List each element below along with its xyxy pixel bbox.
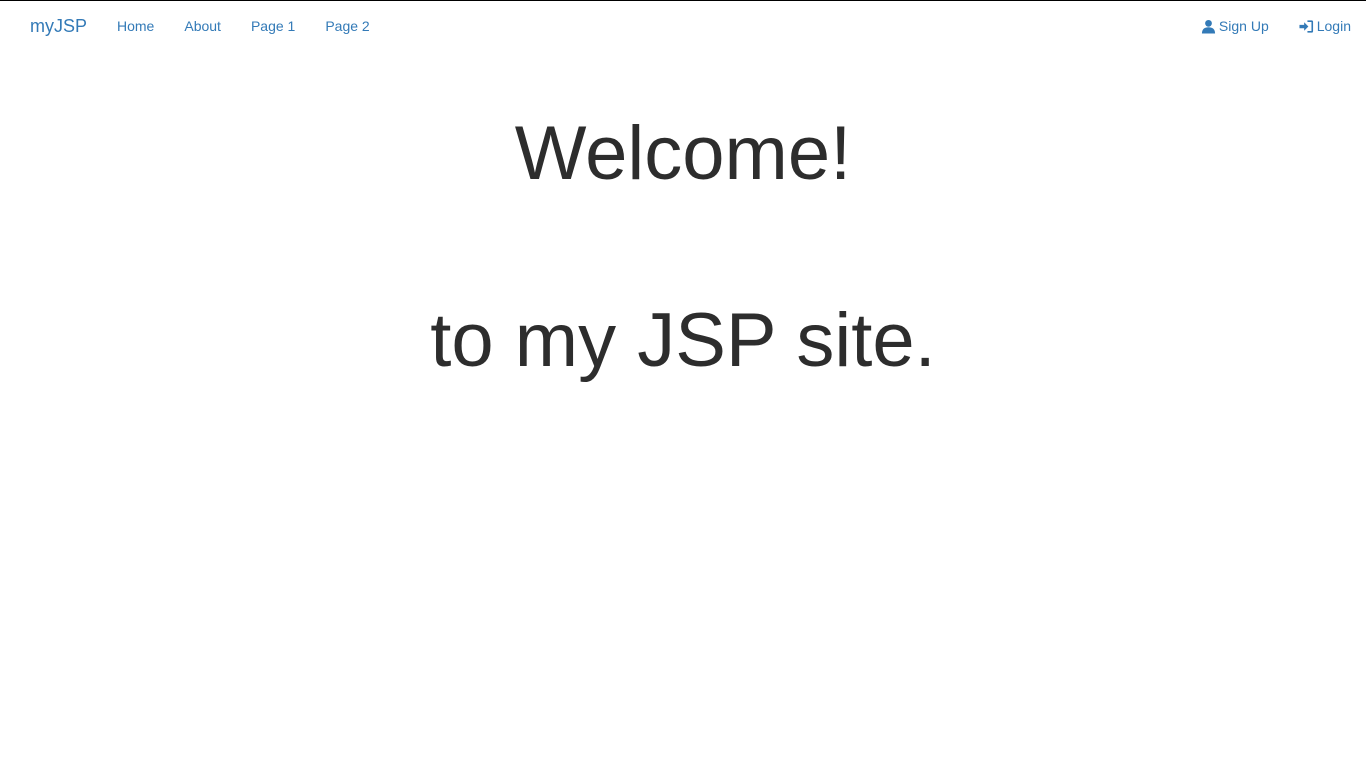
welcome-subheading: to my JSP site. xyxy=(430,298,936,383)
user-icon xyxy=(1201,19,1216,34)
login-link[interactable]: Login xyxy=(1299,18,1351,34)
sign-up-link[interactable]: Sign Up xyxy=(1201,18,1269,34)
login-label: Login xyxy=(1316,18,1351,34)
nav-about-link[interactable]: About xyxy=(184,18,221,34)
sign-up-label: Sign Up xyxy=(1218,18,1269,34)
nav-page1-link[interactable]: Page 1 xyxy=(251,18,295,34)
nav-left: Home About Page 1 Page 2 xyxy=(117,18,400,34)
nav-home-link[interactable]: Home xyxy=(117,18,154,34)
nav-page2-link[interactable]: Page 2 xyxy=(325,18,369,34)
nav-right: Sign Up Login xyxy=(1201,18,1351,34)
welcome-heading: Welcome! xyxy=(514,111,852,196)
navbar: myJSP Home About Page 1 Page 2 Sign Up L… xyxy=(0,1,1366,51)
login-icon xyxy=(1299,19,1314,34)
brand-link[interactable]: myJSP xyxy=(30,16,87,36)
